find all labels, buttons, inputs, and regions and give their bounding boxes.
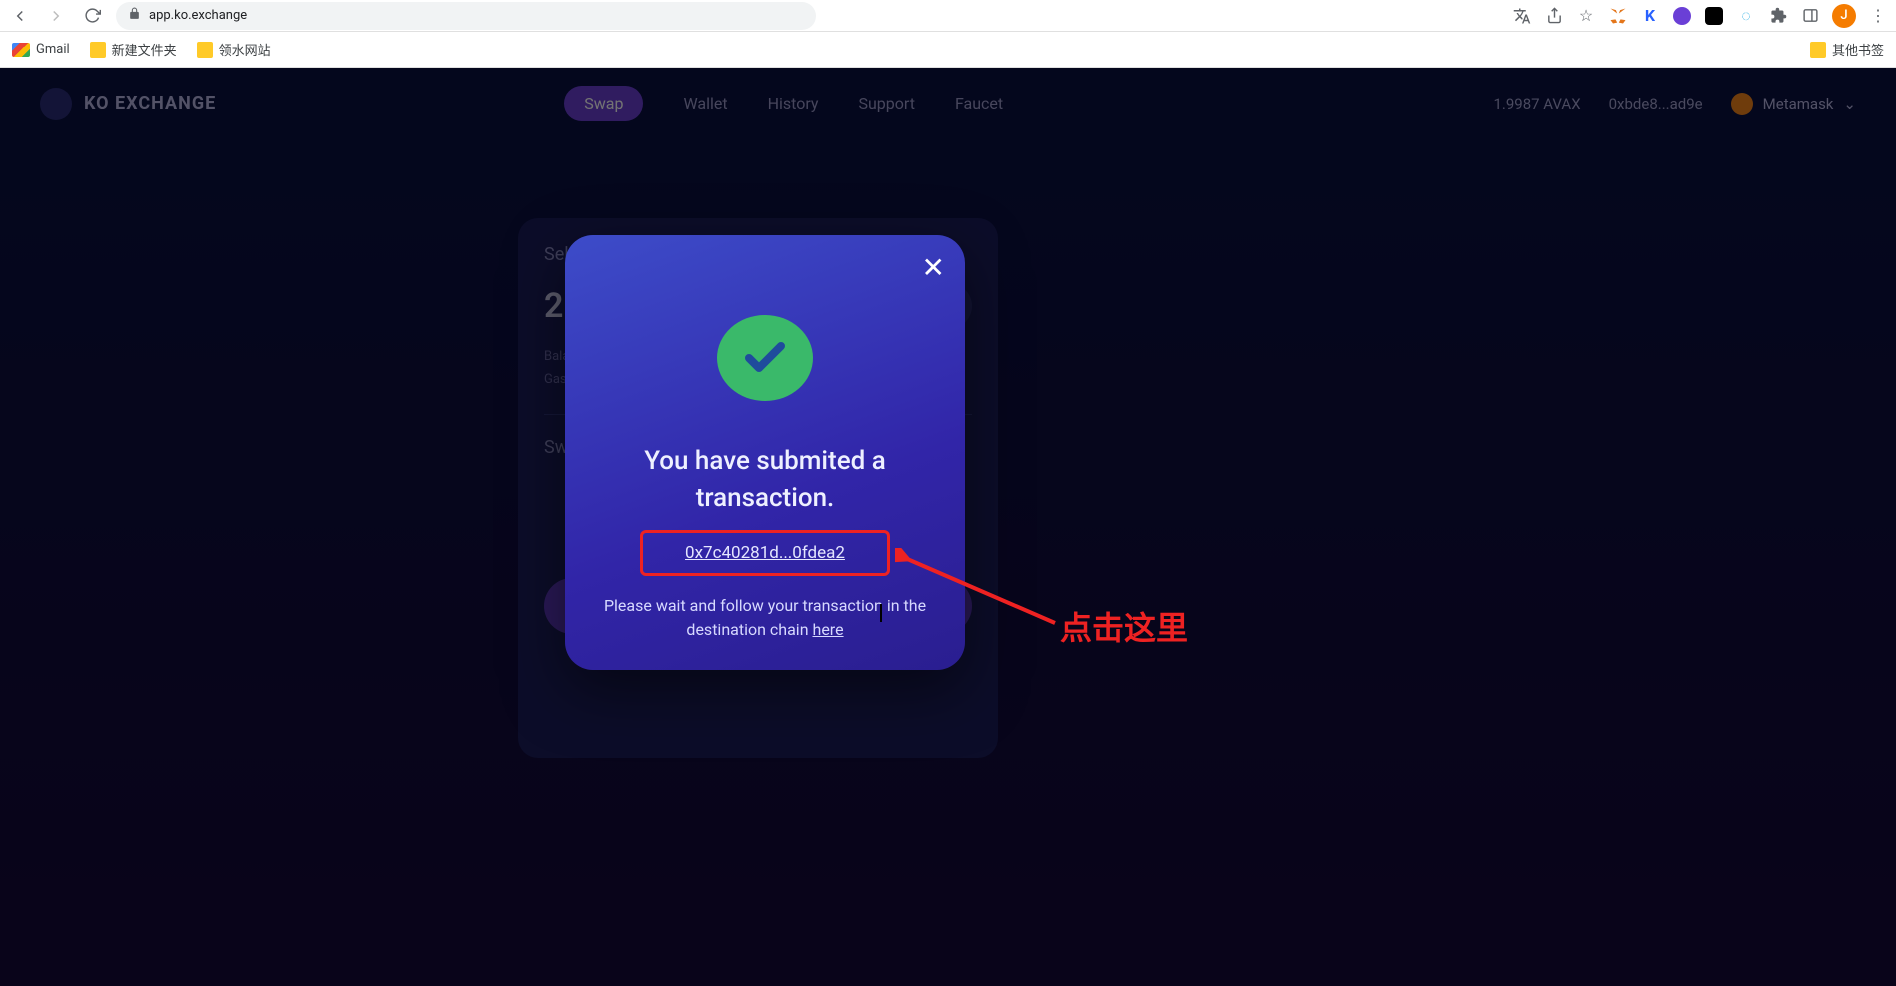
tx-hash-link[interactable]: 0x7c40281d...0fdea2 bbox=[685, 543, 845, 563]
bookmark-other[interactable]: 其他书签 bbox=[1810, 40, 1884, 59]
bookmark-folder-2[interactable]: 领水网站 bbox=[197, 40, 271, 59]
close-icon[interactable]: ✕ bbox=[922, 251, 945, 284]
app-viewport: KO EXCHANGE Swap Wallet History Support … bbox=[0, 68, 1896, 986]
chrome-menu-icon[interactable]: ⋮ bbox=[1868, 6, 1888, 26]
back-button[interactable] bbox=[8, 4, 32, 28]
annotation-text: 点击这里 bbox=[1060, 603, 1188, 649]
lock-icon bbox=[128, 7, 141, 24]
gmail-icon bbox=[12, 43, 30, 57]
folder-icon bbox=[197, 42, 213, 58]
bookmark-gmail[interactable]: Gmail bbox=[12, 42, 70, 57]
sidepanel-icon[interactable] bbox=[1800, 6, 1820, 26]
folder-icon bbox=[1810, 42, 1826, 58]
chrome-actions: ☆ K ◌ J ⋮ bbox=[1512, 4, 1888, 28]
modal-hint: Please wait and follow your transaction … bbox=[593, 594, 937, 642]
tx-hash-highlight: 0x7c40281d...0fdea2 bbox=[640, 530, 890, 576]
ext-drop-icon[interactable]: ◌ bbox=[1736, 6, 1756, 26]
reload-button[interactable] bbox=[80, 4, 104, 28]
modal-title: You have submited a transaction. bbox=[593, 443, 937, 516]
translate-icon[interactable] bbox=[1512, 6, 1532, 26]
destination-chain-link[interactable]: here bbox=[813, 620, 844, 639]
extensions-icon[interactable] bbox=[1768, 6, 1788, 26]
ext-purple-icon[interactable] bbox=[1672, 6, 1692, 26]
text-cursor bbox=[880, 604, 882, 622]
ext-black-icon[interactable] bbox=[1704, 6, 1724, 26]
bookmarks-bar: Gmail 新建文件夹 领水网站 其他书签 bbox=[0, 32, 1896, 68]
browser-toolbar: app.ko.exchange ☆ K ◌ J ⋮ bbox=[0, 0, 1896, 32]
metamask-ext-icon[interactable] bbox=[1608, 6, 1628, 26]
ext-k-icon[interactable]: K bbox=[1640, 6, 1660, 26]
address-bar[interactable]: app.ko.exchange bbox=[116, 2, 816, 30]
bookmark-folder-1[interactable]: 新建文件夹 bbox=[90, 40, 177, 59]
folder-icon bbox=[90, 42, 106, 58]
share-icon[interactable] bbox=[1544, 6, 1564, 26]
url-text: app.ko.exchange bbox=[149, 8, 247, 23]
forward-button[interactable] bbox=[44, 4, 68, 28]
star-icon[interactable]: ☆ bbox=[1576, 6, 1596, 26]
success-check-icon bbox=[717, 315, 813, 401]
profile-avatar[interactable]: J bbox=[1832, 4, 1856, 28]
transaction-modal: ✕ You have submited a transaction. 0x7c4… bbox=[565, 235, 965, 670]
